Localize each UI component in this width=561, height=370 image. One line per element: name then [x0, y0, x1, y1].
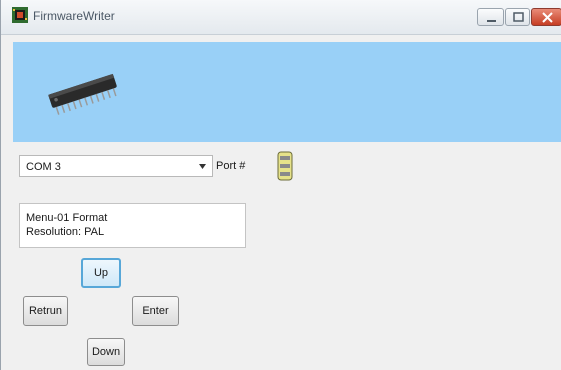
- title-bar[interactable]: FirmwareWriter: [1, 0, 561, 35]
- window-title: FirmwareWriter: [33, 9, 115, 23]
- header-banner: [13, 42, 561, 142]
- minimize-button[interactable]: [477, 8, 504, 26]
- maximize-icon: [513, 12, 524, 22]
- ic-chip-icon: [48, 73, 117, 115]
- close-icon: [542, 12, 553, 23]
- firmware-writer-window: FirmwareWriter COM 3 Port # Menu-01 Form…: [0, 0, 561, 370]
- app-icon: [11, 6, 29, 24]
- up-button[interactable]: Up: [81, 258, 121, 288]
- maximize-button[interactable]: [505, 8, 530, 26]
- com-port-select[interactable]: COM 3: [19, 155, 213, 177]
- close-button[interactable]: [531, 8, 561, 26]
- chevron-down-icon: [199, 164, 206, 169]
- com-port-value: COM 3: [26, 161, 61, 173]
- return-button[interactable]: Retrun: [23, 296, 68, 326]
- status-display: Menu-01 Format Resolution: PAL: [19, 203, 246, 248]
- menu-status-text: Menu-01 Format: [26, 212, 108, 224]
- down-button[interactable]: Down: [87, 338, 125, 366]
- minimize-icon: [487, 20, 496, 22]
- serial-port-icon: [277, 151, 293, 181]
- port-label: Port #: [216, 160, 246, 172]
- enter-button[interactable]: Enter: [132, 296, 179, 326]
- resolution-status-text: Resolution: PAL: [26, 226, 105, 238]
